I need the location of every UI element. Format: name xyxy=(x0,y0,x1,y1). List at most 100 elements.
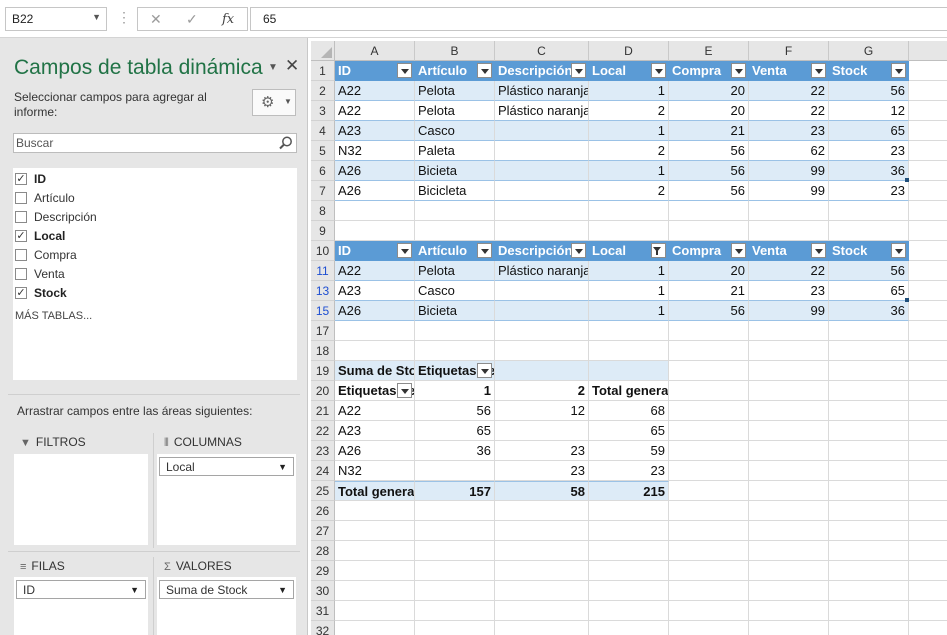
cell[interactable] xyxy=(495,121,589,141)
filter-dropdown-icon[interactable] xyxy=(397,63,412,78)
cell[interactable]: Plástico naranja xyxy=(495,261,589,281)
cell[interactable] xyxy=(749,541,829,561)
cell[interactable] xyxy=(909,541,947,561)
cell[interactable]: A26 xyxy=(335,301,415,321)
cell[interactable]: Suma de Stock xyxy=(335,361,415,381)
cell[interactable] xyxy=(669,321,749,341)
row-header[interactable]: 27 xyxy=(311,521,335,541)
filter-applied-icon[interactable] xyxy=(651,243,666,258)
cell[interactable] xyxy=(495,301,589,321)
chevron-down-icon[interactable]: ▼ xyxy=(278,585,287,595)
cell[interactable] xyxy=(335,341,415,361)
row-header[interactable]: 11 xyxy=(311,261,335,281)
cell[interactable]: N32 xyxy=(335,461,415,481)
row-header[interactable]: 6 xyxy=(311,161,335,181)
cell[interactable]: 23 xyxy=(589,461,669,481)
search-icon[interactable] xyxy=(278,135,294,154)
cell[interactable] xyxy=(909,241,947,261)
cell[interactable]: 12 xyxy=(829,101,909,121)
cell[interactable]: 59 xyxy=(589,441,669,461)
cell[interactable]: 23 xyxy=(829,181,909,201)
cell[interactable] xyxy=(909,161,947,181)
cell[interactable] xyxy=(909,341,947,361)
cell[interactable] xyxy=(335,221,415,241)
cell[interactable]: 157 xyxy=(415,481,495,501)
cell[interactable] xyxy=(909,181,947,201)
cell[interactable] xyxy=(829,501,909,521)
cell[interactable]: Compra xyxy=(669,61,749,81)
checkbox-checked[interactable]: ✓ xyxy=(15,230,27,242)
cell[interactable] xyxy=(749,201,829,221)
field-item[interactable]: Artículo xyxy=(13,189,293,208)
cell[interactable] xyxy=(909,401,947,421)
pivot-filter-dropdown-icon[interactable] xyxy=(477,363,492,378)
cell[interactable] xyxy=(415,521,495,541)
cell[interactable] xyxy=(829,421,909,441)
chevron-down-icon[interactable]: ▼ xyxy=(130,585,139,595)
cell[interactable]: Compra xyxy=(669,241,749,261)
cell[interactable]: 68 xyxy=(589,401,669,421)
cell[interactable]: 21 xyxy=(669,281,749,301)
cell[interactable]: Artículo xyxy=(415,61,495,81)
cell[interactable] xyxy=(909,201,947,221)
cell[interactable] xyxy=(335,621,415,635)
cell[interactable] xyxy=(415,341,495,361)
select-all-button[interactable] xyxy=(311,41,335,61)
cell[interactable] xyxy=(669,421,749,441)
cell[interactable] xyxy=(335,521,415,541)
filter-dropdown-icon[interactable] xyxy=(811,63,826,78)
cell[interactable] xyxy=(415,561,495,581)
cell[interactable] xyxy=(589,601,669,621)
cell[interactable] xyxy=(495,321,589,341)
cell[interactable] xyxy=(589,221,669,241)
filter-dropdown-icon[interactable] xyxy=(731,63,746,78)
field-item[interactable]: ✓ Stock xyxy=(13,284,293,303)
cell[interactable] xyxy=(749,521,829,541)
rows-field-pill[interactable]: ID ▼ xyxy=(16,580,146,599)
cell[interactable]: Pelota xyxy=(415,101,495,121)
row-header[interactable]: 25 xyxy=(311,481,335,501)
row-header[interactable]: 28 xyxy=(311,541,335,561)
cell[interactable] xyxy=(909,321,947,341)
filter-dropdown-icon[interactable] xyxy=(731,243,746,258)
cell[interactable] xyxy=(495,621,589,635)
cell[interactable]: 58 xyxy=(495,481,589,501)
cell[interactable]: Etiquetas de fila xyxy=(335,381,415,401)
row-header[interactable]: 19 xyxy=(311,361,335,381)
cell[interactable] xyxy=(589,561,669,581)
cell[interactable] xyxy=(669,361,749,381)
cell[interactable] xyxy=(829,381,909,401)
cell[interactable]: 215 xyxy=(589,481,669,501)
cell[interactable]: A26 xyxy=(335,161,415,181)
row-header[interactable]: 26 xyxy=(311,501,335,521)
cell[interactable]: 21 xyxy=(669,121,749,141)
cell[interactable] xyxy=(909,221,947,241)
cell[interactable] xyxy=(909,521,947,541)
row-header[interactable]: 23 xyxy=(311,441,335,461)
cell[interactable] xyxy=(909,61,947,81)
cell[interactable]: 56 xyxy=(829,261,909,281)
cell[interactable] xyxy=(909,121,947,141)
cell[interactable]: 1 xyxy=(589,161,669,181)
cell[interactable] xyxy=(909,261,947,281)
cell[interactable]: Local xyxy=(589,61,669,81)
cell[interactable]: 20 xyxy=(669,101,749,121)
cell[interactable] xyxy=(829,541,909,561)
cell[interactable]: 1 xyxy=(589,301,669,321)
column-header[interactable]: G xyxy=(829,41,909,61)
close-icon[interactable]: ✕ xyxy=(285,56,299,76)
drag-handle-icon[interactable]: ⋮ xyxy=(117,9,131,26)
cell[interactable]: Artículo xyxy=(415,241,495,261)
cell[interactable] xyxy=(829,581,909,601)
cell[interactable]: 23 xyxy=(829,141,909,161)
column-header[interactable]: C xyxy=(495,41,589,61)
cell[interactable]: Local xyxy=(589,241,669,261)
cell[interactable] xyxy=(749,601,829,621)
checkbox-unchecked[interactable] xyxy=(15,249,27,261)
cell[interactable] xyxy=(669,561,749,581)
checkbox-unchecked[interactable] xyxy=(15,268,27,280)
cell[interactable]: 56 xyxy=(669,301,749,321)
cell[interactable] xyxy=(749,481,829,501)
column-header[interactable]: E xyxy=(669,41,749,61)
row-header[interactable]: 4 xyxy=(311,121,335,141)
